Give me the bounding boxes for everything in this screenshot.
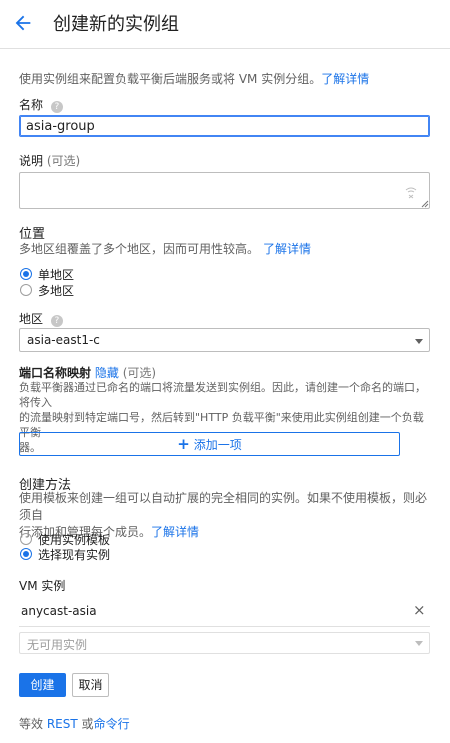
port-mapping-header: 端口名称映射 隐藏 (可选) — [19, 364, 156, 381]
zone-label: 地区 — [19, 312, 44, 326]
back-arrow-icon[interactable] — [12, 12, 34, 34]
description-label-row: 说明 (可选) — [19, 152, 80, 169]
intro-description: 使用实例组来配置负载平衡后端服务或将 VM 实例分组。 — [19, 72, 322, 86]
intro-text: 使用实例组来配置负载平衡后端服务或将 VM 实例分组。了解详情 — [19, 70, 369, 87]
rest-link[interactable]: REST — [47, 717, 78, 731]
vm-instance-name: anycast-asia — [21, 604, 97, 618]
vm-instance-row: anycast-asia × — [19, 596, 430, 627]
page-title: 创建新的实例组 — [53, 14, 179, 35]
vm-select-placeholder: 无可用实例 — [27, 638, 88, 652]
plus-icon: + — [177, 435, 190, 453]
chevron-down-icon — [415, 339, 423, 344]
name-label-row: 名称 ? — [19, 96, 63, 113]
footer-equivalent: 等效 REST 或命令行 — [19, 715, 130, 732]
option-multi-region[interactable]: 多地区 — [38, 282, 74, 299]
add-item-label: 添加一项 — [193, 438, 242, 452]
vm-instance-select[interactable]: 无可用实例 — [19, 632, 430, 654]
footer-or: 或 — [81, 717, 94, 731]
port-mapping-text-line1: 负载平衡器通过已命名的端口将流量发送到实例组。因此，请创建一个命名的端口，将传入 — [19, 381, 426, 409]
option-single-region[interactable]: 单地区 — [38, 266, 74, 283]
radio-single-region[interactable] — [20, 268, 32, 280]
zone-select[interactable]: asia-east1-c — [19, 328, 430, 352]
port-mapping-optional: (可选) — [122, 366, 157, 380]
port-mapping-hide-link[interactable]: 隐藏 — [95, 366, 119, 380]
remove-icon[interactable]: × — [413, 601, 426, 619]
description-label: 说明 — [19, 154, 44, 168]
creation-text-line1: 使用模板来创建一组可以自动扩展的完全相同的实例。如果不使用模板，则必须自 — [19, 491, 428, 522]
creation-learn-more-link[interactable]: 了解详情 — [151, 525, 199, 539]
name-help-icon[interactable]: ? — [50, 101, 63, 113]
footer-prefix: 等效 — [19, 717, 44, 731]
radio-use-template[interactable] — [20, 533, 32, 545]
location-learn-more-link[interactable]: 了解详情 — [263, 242, 311, 256]
description-optional: (可选) — [46, 154, 81, 168]
zone-value: asia-east1-c — [27, 333, 100, 347]
port-mapping-label: 端口名称映射 — [19, 366, 92, 380]
location-text: 多地区组覆盖了多个地区，因而可用性较高。 了解详情 — [19, 240, 311, 257]
zone-help-icon[interactable]: ? — [50, 315, 63, 327]
name-label: 名称 — [19, 98, 44, 112]
intro-learn-more-link[interactable]: 了解详情 — [321, 72, 369, 86]
name-input[interactable] — [19, 115, 430, 137]
option-select-existing[interactable]: 选择现有实例 — [38, 546, 110, 563]
add-item-button[interactable]: + 添加一项 — [19, 432, 400, 456]
zone-label-row: 地区 ? — [19, 310, 63, 327]
chevron-down-icon — [415, 641, 423, 646]
radio-multi-region[interactable] — [20, 284, 32, 296]
command-line-link[interactable]: 命令行 — [94, 717, 130, 731]
vm-label: VM 实例 — [19, 579, 66, 593]
location-description: 多地区组覆盖了多个地区，因而可用性较高。 — [19, 242, 260, 256]
input-tools-icon — [405, 187, 417, 199]
description-textarea[interactable] — [19, 172, 430, 209]
cancel-button[interactable]: 取消 — [72, 673, 109, 697]
resize-handle-icon[interactable] — [421, 200, 429, 208]
create-button[interactable]: 创建 — [19, 673, 66, 697]
radio-select-existing[interactable] — [20, 548, 32, 560]
